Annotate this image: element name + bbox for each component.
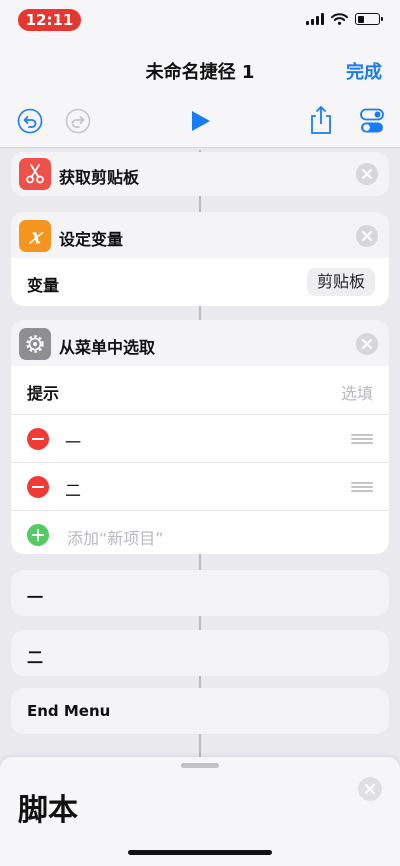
prompt-row: 提示 选填 [11,366,389,414]
done-button[interactable]: 完成 [346,58,382,84]
status-time: 12:11 [18,9,81,31]
remove-action-button[interactable] [356,163,378,185]
close-icon [362,169,372,179]
set-variable-action[interactable]: 𝑥 设定变量 变量 剪贴板 [11,212,389,306]
get-clipboard-action[interactable]: 获取剪贴板 [11,152,389,196]
add-item-button[interactable] [27,524,49,546]
choose-from-menu-action[interactable]: 从菜单中选取 提示 选填 一 二 添加“新项目” [11,320,389,554]
menu-case-label: 二 [27,648,44,667]
play-icon[interactable] [190,109,212,133]
action-list: 获取剪贴板 𝑥 设定变量 变量 剪贴板 从菜单中选取 提示 选填 一 二 添加“… [0,150,400,760]
status-icons [306,13,383,25]
flow-connector [199,614,201,630]
delete-item-button[interactable] [27,476,49,498]
menu-case-label: 一 [27,588,44,607]
scissors-icon [19,158,51,190]
undo-icon[interactable] [17,108,43,134]
flow-connector [199,554,201,570]
shortcut-title: 未命名捷径 1 [145,62,255,83]
editor-toolbar [0,96,400,148]
variable-label: 变量 [27,276,60,295]
status-bar: 12:11 [0,0,400,44]
action-title: 从菜单中选取 [59,338,156,357]
flow-connector [199,196,201,212]
sheet-close-button[interactable] [358,777,382,801]
flow-connector [199,306,201,320]
add-item-label: 添加“新项目” [67,529,164,548]
nav-bar: 未命名捷径 1 完成 [0,44,400,96]
redo-icon[interactable] [65,108,91,134]
gear-icon [19,328,51,360]
drag-handle-icon[interactable] [351,482,373,492]
menu-item-label[interactable]: 二 [65,477,81,501]
close-icon [365,784,375,794]
menu-case-block[interactable]: 一 [11,570,389,616]
drag-handle-icon[interactable] [351,434,373,444]
share-icon[interactable] [309,105,333,135]
variable-name-row: 变量 剪贴板 [11,258,389,306]
menu-item-row: 二 [11,462,389,510]
cellular-signal-icon [306,13,324,25]
sheet-grabber[interactable] [181,763,219,768]
menu-case-block[interactable]: 二 [11,630,389,676]
end-menu-label: End Menu [27,702,111,720]
action-title: 设定变量 [59,230,124,249]
home-indicator [128,850,272,855]
action-title: 获取剪贴板 [59,168,140,187]
delete-item-button[interactable] [27,428,49,450]
battery-icon [355,13,383,25]
add-item-row[interactable]: 添加“新项目” [11,510,389,554]
sheet-title: 脚本 [18,793,78,828]
variable-x-icon: 𝑥 [19,220,51,252]
wifi-icon [331,13,348,25]
remove-action-button[interactable] [356,333,378,355]
prompt-input[interactable]: 选填 [341,380,373,404]
close-icon [362,231,372,241]
menu-item-row: 一 [11,414,389,462]
menu-item-label[interactable]: 一 [65,429,81,453]
close-icon [362,339,372,349]
settings-toggle-icon[interactable] [360,108,384,134]
prompt-label: 提示 [27,384,60,403]
variable-name-token[interactable]: 剪贴板 [306,268,375,296]
end-menu-block[interactable]: End Menu [11,688,389,734]
remove-action-button[interactable] [356,225,378,247]
